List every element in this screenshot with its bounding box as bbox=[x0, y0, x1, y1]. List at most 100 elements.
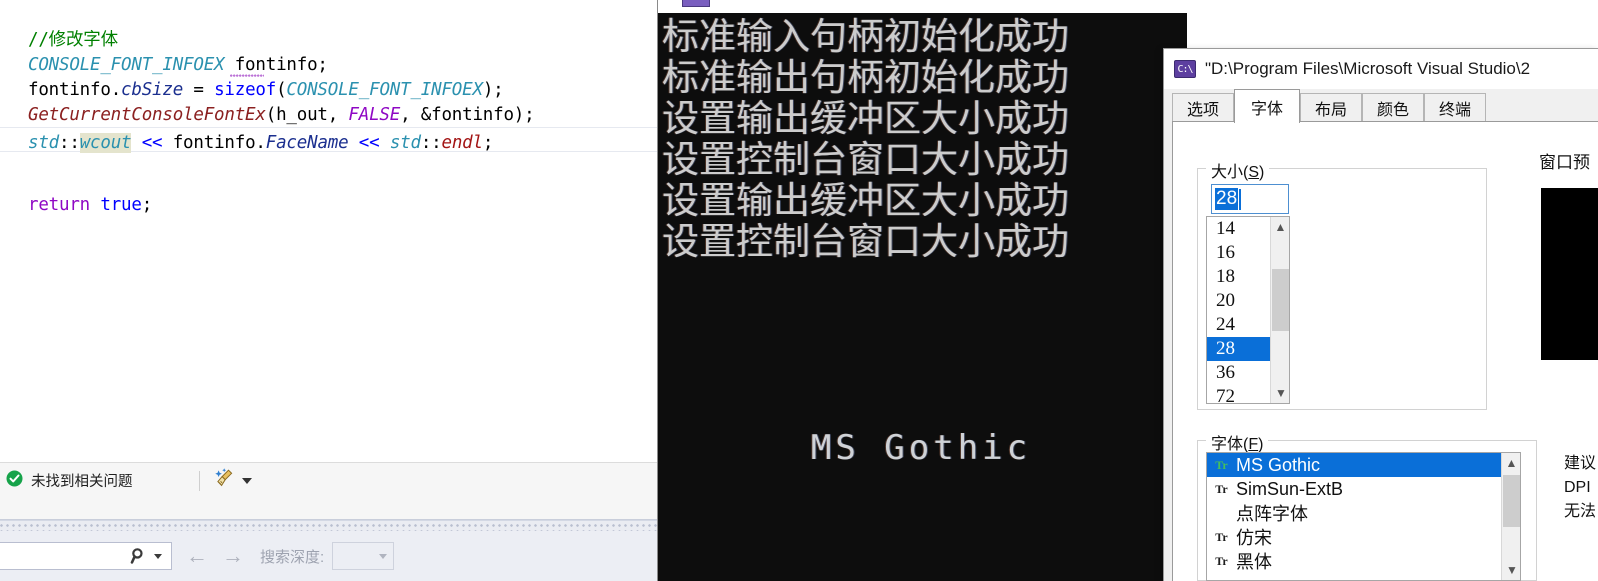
code-token: ; bbox=[141, 195, 153, 215]
chevron-down-icon[interactable] bbox=[241, 477, 252, 484]
dpi-hint-line: 无法 bbox=[1564, 503, 1597, 520]
font-list[interactable]: Tr MS Gothic Tr SimSun-ExtB 点阵字体 Tr 仿宋 Tr 黑体 ▲ ▼ bbox=[1206, 452, 1521, 581]
search-input-wrapper[interactable] bbox=[0, 542, 172, 570]
size-list-item[interactable]: 14 bbox=[1207, 217, 1270, 241]
search-options-chevron-down-icon[interactable] bbox=[154, 553, 162, 559]
truetype-icon: Tr bbox=[1215, 529, 1228, 544]
console-line: 设置输出缓冲区大小成功 bbox=[662, 179, 1069, 222]
size-list-item[interactable]: 16 bbox=[1207, 241, 1270, 265]
chevron-up-icon[interactable]: ▲ bbox=[1502, 453, 1520, 473]
code-line[interactable]: CONSOLE_FONT_INFOEX fontinfo; bbox=[28, 53, 328, 78]
dialog-tab-4[interactable]: 终端 bbox=[1424, 93, 1486, 122]
code-token: CONSOLE_FONT_INFOEX bbox=[286, 80, 483, 100]
chevron-down-icon[interactable]: ▼ bbox=[1502, 560, 1520, 580]
code-line[interactable]: return true; bbox=[28, 193, 152, 218]
code-token: ( bbox=[276, 80, 287, 100]
code-line[interactable]: std::wcout << fontinfo.FaceName << std::… bbox=[28, 131, 493, 156]
chevron-down-icon[interactable]: ▼ bbox=[1271, 383, 1289, 403]
size-list-item[interactable]: 72 bbox=[1207, 385, 1270, 403]
console-line: 设置输出缓冲区大小成功 bbox=[662, 97, 1069, 140]
font-list-item-label: 黑体 bbox=[1236, 552, 1272, 572]
console-output-lines: 标准输入句柄初始化成功 标准输出句柄初始化成功 设置输出缓冲区大小成功 设置控制台窗口… bbox=[662, 16, 1069, 262]
code-token: , &fontinfo); bbox=[400, 105, 535, 125]
font-list-item-label: 仿宋 bbox=[1236, 528, 1272, 548]
error-squiggle bbox=[230, 74, 264, 78]
font-list-item[interactable]: Tr SimSun-ExtB bbox=[1207, 477, 1501, 501]
code-token: cbSize bbox=[121, 80, 184, 100]
dialog-tabstrip: 选项 字体 布局 颜色 终端 bbox=[1164, 89, 1598, 123]
code-token: ); bbox=[482, 80, 504, 100]
console-line: 设置控制台窗口大小成功 bbox=[662, 220, 1069, 263]
code-token: = bbox=[183, 80, 215, 100]
size-list[interactable]: 14 16 18 20 24 28 36 72 ▲ ▼ bbox=[1206, 216, 1290, 404]
size-list-item[interactable]: 28 bbox=[1207, 337, 1270, 361]
font-list-item-label: MS Gothic bbox=[1236, 454, 1321, 475]
dialog-title: "D:\Program Files\Microsoft Visual Studi… bbox=[1205, 59, 1531, 78]
code-token: fontinfo bbox=[28, 80, 111, 100]
size-group-label: 大小(S) bbox=[1206, 158, 1270, 182]
size-list-scrollbar[interactable]: ▲ ▼ bbox=[1270, 217, 1289, 403]
dialog-tab-1[interactable]: 字体 bbox=[1234, 89, 1300, 123]
code-token: std bbox=[389, 133, 421, 153]
chevron-down-icon bbox=[379, 553, 388, 559]
font-list-item[interactable]: Tr MS Gothic bbox=[1207, 453, 1501, 477]
scrollbar-thumb[interactable] bbox=[1272, 269, 1289, 331]
code-token: << bbox=[141, 133, 163, 153]
font-list-item[interactable]: 点阵字体 bbox=[1207, 501, 1501, 525]
font-list-item-label: SimSun-ExtB bbox=[1236, 478, 1344, 499]
code-text-area[interactable]: //修改字体 CONSOLE_FONT_INFOEX fontinfo; fonti… bbox=[0, 0, 658, 462]
search-depth-label: 搜索深度: bbox=[260, 548, 325, 566]
code-line[interactable]: //修改字体 bbox=[28, 28, 118, 53]
console-window-top-cutoff bbox=[658, 0, 1187, 13]
code-token: GetCurrentConsoleFontEx bbox=[28, 105, 266, 125]
code-token: :: bbox=[59, 133, 80, 153]
error-list-body bbox=[0, 498, 658, 520]
console-line: 标准输入句柄初始化成功 bbox=[662, 15, 1069, 58]
text-caret bbox=[1239, 188, 1242, 210]
cleanup-button[interactable] bbox=[214, 467, 252, 494]
code-token: //修改字体 bbox=[28, 30, 118, 50]
console-line: 设置控制台窗口大小成功 bbox=[662, 138, 1069, 181]
size-list-item[interactable]: 18 bbox=[1207, 265, 1270, 289]
dialog-tab-0[interactable]: 选项 bbox=[1172, 93, 1234, 122]
error-list-toolbar: 未找到相关问题 bbox=[0, 462, 658, 498]
magnifier-icon[interactable] bbox=[130, 547, 148, 565]
size-input[interactable]: 28 bbox=[1211, 184, 1289, 214]
console-font-name-output: MS Gothic bbox=[810, 428, 1032, 468]
font-list-item-label: 点阵字体 bbox=[1236, 504, 1308, 524]
error-list-status-label: 未找到相关问题 bbox=[31, 474, 133, 490]
arrow-right-icon[interactable]: → bbox=[222, 545, 244, 567]
arrow-left-icon[interactable]: ← bbox=[186, 545, 208, 567]
code-line[interactable]: GetCurrentConsoleFontEx(h_out, FALSE, &f… bbox=[28, 103, 535, 128]
code-line[interactable]: fontinfo.cbSize = sizeof(CONSOLE_FONT_IN… bbox=[28, 78, 504, 103]
size-list-item[interactable]: 20 bbox=[1207, 289, 1270, 313]
font-group-label: 字体(F) bbox=[1206, 430, 1269, 454]
font-list-item[interactable]: Tr 仿宋 bbox=[1207, 525, 1501, 549]
code-token: fontinfo bbox=[162, 133, 256, 153]
splitter-grip[interactable] bbox=[0, 520, 658, 531]
code-token: FALSE bbox=[348, 105, 401, 125]
find-toolbar: ← → 搜索深度: bbox=[0, 531, 658, 581]
scrollbar-thumb[interactable] bbox=[1503, 475, 1520, 527]
broom-icon bbox=[214, 467, 236, 494]
search-input[interactable] bbox=[2, 544, 130, 568]
font-list-scrollbar[interactable]: ▲ ▼ bbox=[1501, 453, 1520, 580]
size-list-item[interactable]: 24 bbox=[1207, 313, 1270, 337]
font-list-item[interactable]: Tr 黑体 bbox=[1207, 549, 1501, 573]
dialog-tab-3[interactable]: 颜色 bbox=[1362, 93, 1424, 122]
code-token: :: bbox=[420, 133, 442, 153]
code-token: (h_out, bbox=[265, 105, 349, 125]
visual-studio-editor-pane: //修改字体 CONSOLE_FONT_INFOEX fontinfo; fonti… bbox=[0, 0, 658, 581]
window-preview-box bbox=[1541, 188, 1598, 360]
size-list-item[interactable]: 36 bbox=[1207, 361, 1270, 385]
dialog-tab-2[interactable]: 布局 bbox=[1300, 93, 1362, 122]
code-token: return bbox=[28, 195, 91, 215]
console-window[interactable]: 标准输入句柄初始化成功 标准输出句柄初始化成功 设置输出缓冲区大小成功 设置控制台窗口… bbox=[657, 0, 1187, 581]
chevron-up-icon[interactable]: ▲ bbox=[1271, 217, 1289, 237]
code-token: fontinfo; bbox=[224, 55, 328, 75]
toolbar-separator bbox=[198, 470, 200, 491]
dialog-titlebar[interactable]: C:\ "D:\Program Files\Microsoft Visual S… bbox=[1164, 49, 1598, 89]
search-depth-dropdown[interactable] bbox=[332, 542, 395, 570]
code-token: . bbox=[255, 133, 266, 153]
